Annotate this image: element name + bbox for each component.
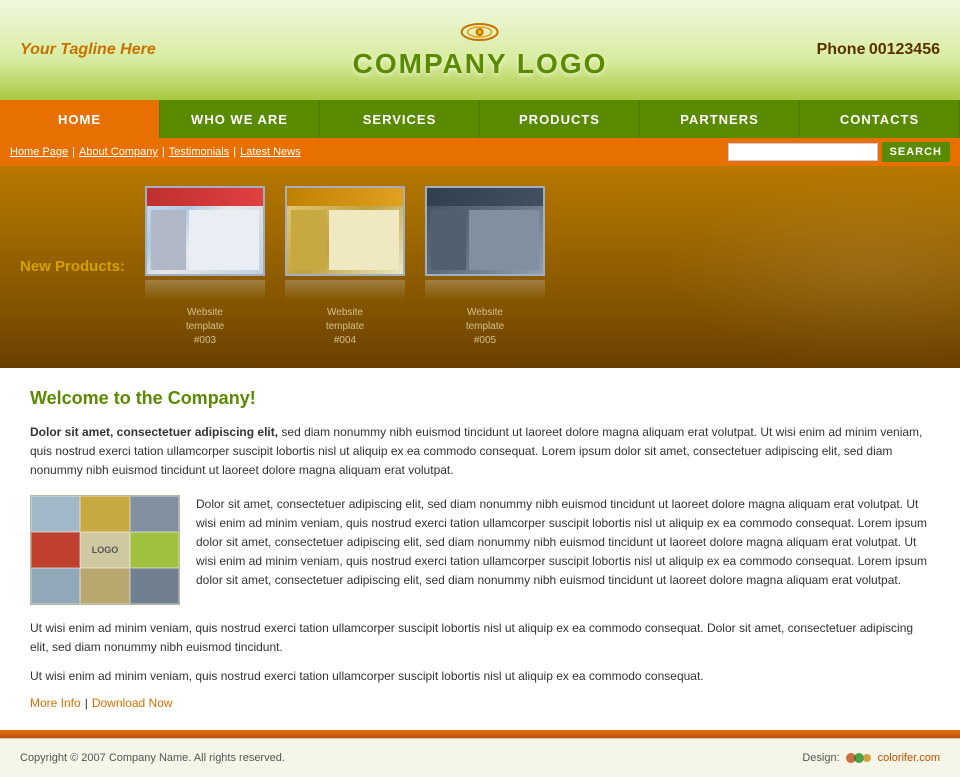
template-003-thumb[interactable] — [145, 186, 265, 276]
footer-copyright: Copyright © 2007 Company Name. All right… — [20, 752, 285, 764]
template-005: Websitetemplate#005 — [425, 186, 545, 348]
footer-accent-bar — [0, 730, 960, 738]
company-logo-text: COMPANY LOGO — [353, 48, 608, 80]
grid-cell-logo: LOGO — [80, 532, 129, 568]
logo-area: COMPANY LOGO — [353, 20, 608, 80]
template-005-label: Websitetemplate#005 — [466, 306, 504, 348]
search-area: SEARCH — [728, 142, 950, 162]
grid-cell-4 — [31, 532, 80, 568]
content-para2-text: Ut wisi enim ad minim veniam, quis nostr… — [30, 621, 913, 654]
main-content: Welcome to the Company! Dolor sit amet, … — [0, 368, 960, 730]
colorifer-logo-icon — [844, 751, 874, 765]
intro-bold: Dolor sit amet, consectetuer adipiscing … — [30, 425, 278, 439]
logo-icon — [460, 20, 500, 44]
grid-cell-2 — [80, 496, 129, 532]
grid-cell-1 — [31, 496, 80, 532]
nav-services[interactable]: SERVICES — [320, 100, 480, 138]
more-info-link[interactable]: More Info — [30, 696, 81, 710]
footer: Copyright © 2007 Company Name. All right… — [0, 738, 960, 777]
breadcrumb-testimonials[interactable]: Testimonials — [169, 146, 230, 158]
phone-area: Phone 00123456 — [817, 41, 940, 59]
nav-home[interactable]: HOME — [0, 100, 160, 138]
grid-cell-8 — [80, 568, 129, 604]
nav-contacts[interactable]: CONTACTS — [800, 100, 960, 138]
content-paragraph: Dolor sit amet, consectetuer adipiscing … — [196, 495, 930, 605]
tagline: Your Tagline Here — [20, 41, 156, 59]
footer-design-label: Design: — [802, 752, 839, 764]
links-row: More Info | Download Now — [30, 696, 930, 710]
template-005-thumb[interactable] — [425, 186, 545, 276]
breadcrumb-home[interactable]: Home Page — [10, 146, 68, 158]
template-003-label: Websitetemplate#003 — [186, 306, 224, 348]
banner: New Products: Websitetemplate#003 — [0, 166, 960, 368]
template-003: Websitetemplate#003 — [145, 186, 265, 348]
grid-cell-6 — [130, 532, 179, 568]
main-nav: HOME WHO WE ARE SERVICES PRODUCTS PARTNE… — [0, 100, 960, 138]
grid-cell-3 — [130, 496, 179, 532]
header: Your Tagline Here COMPANY LOGO Phone 001… — [0, 0, 960, 100]
nav-partners[interactable]: PARTNERS — [640, 100, 800, 138]
nav-products[interactable]: PRODUCTS — [480, 100, 640, 138]
content-para2: Ut wisi enim ad minim veniam, quis nostr… — [30, 619, 930, 657]
image-grid: LOGO — [31, 496, 179, 604]
template-004-label: Websitetemplate#004 — [326, 306, 364, 348]
search-button[interactable]: SEARCH — [882, 142, 950, 162]
nav-who-we-are[interactable]: WHO WE ARE — [160, 100, 320, 138]
content-row: LOGO Dolor sit amet, consectetuer adipis… — [30, 495, 930, 605]
phone-label: Phone — [817, 41, 866, 58]
breadcrumb-bar: Home Page | About Company | Testimonials… — [0, 138, 960, 166]
content-image: LOGO — [30, 495, 180, 605]
breadcrumb-about[interactable]: About Company — [79, 146, 158, 158]
breadcrumb-news[interactable]: Latest News — [240, 146, 301, 158]
new-products-label: New Products: — [20, 257, 125, 277]
footer-design-link[interactable]: colorifer.com — [878, 752, 940, 764]
breadcrumb-links: Home Page | About Company | Testimonials… — [10, 146, 301, 158]
phone-number: 00123456 — [869, 41, 940, 58]
search-input[interactable] — [728, 143, 878, 161]
download-link[interactable]: Download Now — [92, 696, 173, 710]
welcome-title: Welcome to the Company! — [30, 388, 930, 409]
intro-paragraph: Dolor sit amet, consectetuer adipiscing … — [30, 423, 930, 481]
footer-design: Design: colorifer.com — [802, 751, 940, 765]
template-004: Websitetemplate#004 — [285, 186, 405, 348]
grid-cell-9 — [130, 568, 179, 604]
grid-cell-7 — [31, 568, 80, 604]
template-004-thumb[interactable] — [285, 186, 405, 276]
bottom-text: Ut wisi enim ad minim veniam, quis nostr… — [30, 667, 930, 686]
